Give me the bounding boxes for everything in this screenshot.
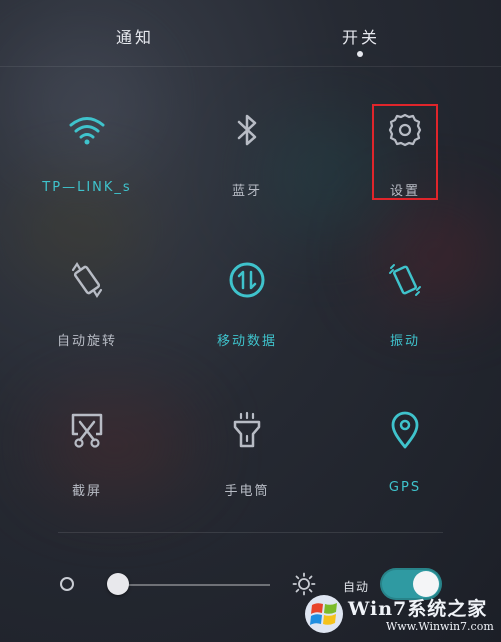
- brightness-slider-track[interactable]: [110, 584, 270, 586]
- wifi-icon: [69, 117, 105, 145]
- tile-label-wifi: TP—LINK_s: [42, 180, 132, 195]
- tile-label-gps: GPS: [388, 480, 422, 495]
- brightness-slider-thumb[interactable]: [107, 573, 129, 595]
- watermark-brand: Win7系统之家: [348, 598, 488, 620]
- tile-label-flashlight: 手电筒: [224, 484, 270, 499]
- tile-gps[interactable]: GPS: [330, 410, 480, 530]
- mobile-data-icon: [229, 262, 265, 298]
- tile-wifi[interactable]: TP—LINK_s: [12, 110, 162, 230]
- tab-notifications[interactable]: 通知: [116, 24, 154, 48]
- highlight-box: [372, 104, 438, 200]
- active-tab-indicator: [357, 51, 363, 57]
- tile-label-mobile-data: 移动数据: [216, 334, 277, 349]
- tile-label-screenshot: 截屏: [71, 484, 102, 499]
- divider: [0, 66, 501, 67]
- tab-bar: 通知 开关: [0, 0, 501, 68]
- location-pin-icon: [391, 411, 419, 449]
- tile-screenshot[interactable]: 截屏: [12, 410, 162, 530]
- tab-switches[interactable]: 开关: [342, 24, 380, 48]
- vibrate-icon: [389, 264, 421, 296]
- watermark: Win7系统之家 Www.Winwin7.com: [296, 588, 501, 642]
- divider: [58, 532, 443, 533]
- auto-rotate-icon: [71, 261, 103, 299]
- bluetooth-icon: [237, 114, 257, 146]
- tile-mobile-data[interactable]: 移动数据: [172, 260, 322, 380]
- tile-flashlight[interactable]: 手电筒: [172, 410, 322, 530]
- windows-logo-icon: [305, 595, 343, 633]
- tile-bluetooth[interactable]: 蓝牙: [172, 110, 322, 230]
- tile-label-auto-rotate: 自动旋转: [56, 334, 117, 349]
- screenshot-icon: [71, 413, 103, 448]
- brightness-low-icon: [60, 577, 74, 591]
- flashlight-icon: [233, 411, 261, 448]
- tile-vibrate[interactable]: 振动: [330, 260, 480, 380]
- tile-label-vibrate: 振动: [389, 334, 420, 349]
- tile-label-bluetooth: 蓝牙: [231, 184, 262, 199]
- watermark-url: Www.Winwin7.com: [386, 620, 494, 633]
- tile-auto-rotate[interactable]: 自动旋转: [12, 260, 162, 380]
